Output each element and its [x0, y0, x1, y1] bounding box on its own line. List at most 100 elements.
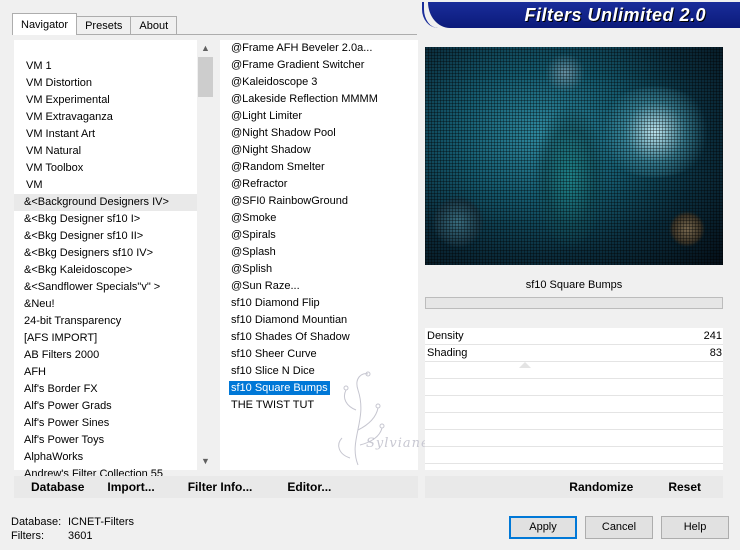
filter-item[interactable]: @Random Smelter — [220, 159, 418, 176]
filter-item-label: @Kaleidoscope 3 — [231, 76, 318, 88]
category-item[interactable]: AFH — [14, 364, 197, 381]
apply-button[interactable]: Apply — [509, 516, 577, 539]
category-item[interactable]: VM Instant Art — [14, 126, 197, 143]
filter-item[interactable]: @Night Shadow — [220, 142, 418, 159]
param-empty-row — [425, 430, 723, 447]
category-item[interactable]: VM Extravaganza — [14, 109, 197, 126]
filter-info-button[interactable]: Filter Info... — [164, 480, 262, 494]
param-density[interactable]: Density 241 — [425, 328, 723, 345]
filter-item[interactable]: sf10 Diamond Mountian — [220, 312, 418, 329]
filter-item-label: THE TWIST TUT — [231, 399, 315, 411]
category-item[interactable]: &<Background Designers IV> — [14, 194, 197, 211]
filter-item-label: sf10 Diamond Mountian — [231, 314, 348, 326]
category-item[interactable]: Alf's Border FX — [14, 381, 197, 398]
category-scrollbar[interactable]: ▲ ▼ — [197, 40, 214, 470]
category-item[interactable]: AB Filters 2000 — [14, 347, 197, 364]
preview-bumps-overlay — [425, 47, 723, 265]
database-button[interactable]: Database — [14, 480, 93, 494]
category-item[interactable]: 24-bit Transparency — [14, 313, 197, 330]
param-empty-row — [425, 396, 723, 413]
filter-item[interactable]: @Smoke — [220, 210, 418, 227]
category-item[interactable]: Alf's Power Grads — [14, 398, 197, 415]
filter-item-label: @Refractor — [231, 178, 288, 190]
param-value: 83 — [709, 347, 722, 359]
category-item[interactable]: Alf's Power Sines — [14, 415, 197, 432]
category-list[interactable]: VM 1 VM Distortion VM Experimental VM Extra… — [14, 40, 214, 480]
progress-bar — [425, 297, 723, 309]
tab-about[interactable]: About — [130, 16, 178, 35]
category-items: VM 1 VM Distortion VM Experimental VM Extra… — [14, 58, 197, 483]
filter-item[interactable]: @Frame Gradient Switcher — [220, 57, 418, 74]
filter-item[interactable]: sf10 Shades Of Shadow — [220, 329, 418, 346]
category-item[interactable]: VM Toolbox — [14, 160, 197, 177]
filter-item[interactable]: @Splish — [220, 261, 418, 278]
filter-item[interactable]: sf10 Diamond Flip — [220, 295, 418, 312]
parameter-panel: Density 241 Shading 83 — [425, 328, 723, 470]
category-item[interactable]: &<Bkg Designers sf10 IV> — [14, 245, 197, 262]
filter-item-label: @Random Smelter — [231, 161, 325, 173]
filter-item[interactable]: @Refractor — [220, 176, 418, 193]
help-button[interactable]: Help — [661, 516, 729, 539]
filter-item[interactable]: @SFI0 RainbowGround — [220, 193, 418, 210]
category-item[interactable]: &Neu! — [14, 296, 197, 313]
reset-button[interactable]: Reset — [659, 480, 723, 494]
filter-list[interactable]: @Frame AFH Beveler 2.0a... @Frame Gradien… — [220, 40, 418, 470]
param-label: Shading — [427, 347, 468, 359]
param-empty-row — [425, 379, 723, 396]
tab-navigator[interactable]: Navigator — [12, 13, 78, 35]
category-item[interactable]: &<Bkg Designer sf10 I> — [14, 211, 197, 228]
filter-item[interactable]: @Lakeside Reflection MMMM — [220, 91, 418, 108]
category-item[interactable]: VM Distortion — [14, 75, 197, 92]
param-value: 241 — [703, 330, 722, 342]
list-toolbar: Database Import... Filter Info... Editor… — [14, 476, 418, 498]
filter-item-label: sf10 Sheer Curve — [231, 348, 317, 360]
filter-item-label: @SFI0 RainbowGround — [231, 195, 348, 207]
category-item[interactable]: VM — [14, 177, 197, 194]
scroll-up-icon[interactable]: ▲ — [197, 40, 214, 57]
randomize-button[interactable]: Randomize — [560, 480, 659, 494]
filter-item[interactable]: @Spirals — [220, 227, 418, 244]
category-item[interactable]: [AFS IMPORT] — [14, 330, 197, 347]
filter-item-label: @Night Shadow — [231, 144, 311, 156]
filter-item-label: sf10 Shades Of Shadow — [231, 331, 350, 343]
filter-item[interactable]: sf10 Slice N Dice — [220, 363, 418, 380]
tab-presets[interactable]: Presets — [76, 16, 132, 35]
slider-marker-icon — [519, 362, 531, 368]
filter-item[interactable]: @Night Shadow Pool — [220, 125, 418, 142]
filter-item[interactable]: @Splash — [220, 244, 418, 261]
filter-item[interactable]: @Sun Raze... — [220, 278, 418, 295]
database-value: ICNET-Filters — [68, 516, 134, 528]
filters-count-label: Filters: — [11, 530, 44, 542]
filter-item[interactable]: @Frame AFH Beveler 2.0a... — [220, 40, 418, 57]
filter-item-label: @Splish — [231, 263, 273, 275]
scroll-thumb[interactable] — [198, 57, 213, 97]
scroll-down-icon[interactable]: ▼ — [197, 453, 214, 470]
status-area: Database: ICNET-Filters Filters: 3601 — [11, 515, 134, 543]
filter-item[interactable]: @Light Limiter — [220, 108, 418, 125]
filter-item-label: sf10 Square Bumps — [229, 381, 330, 395]
import-button[interactable]: Import... — [93, 480, 163, 494]
cancel-button[interactable]: Cancel — [585, 516, 653, 539]
category-item[interactable]: VM Natural — [14, 143, 197, 160]
filter-item[interactable]: sf10 Square Bumps — [220, 380, 418, 397]
param-label: Density — [427, 330, 464, 342]
filter-item[interactable]: @Kaleidoscope 3 — [220, 74, 418, 91]
category-item[interactable]: &<Bkg Designer sf10 II> — [14, 228, 197, 245]
filter-item[interactable]: sf10 Sheer Curve — [220, 346, 418, 363]
category-item[interactable]: Alf's Power Toys — [14, 432, 197, 449]
category-item[interactable]: &<Bkg Kaleidoscope> — [14, 262, 197, 279]
category-item[interactable]: VM 1 — [14, 58, 197, 75]
database-label: Database: — [11, 516, 62, 528]
filter-item-label: @Light Limiter — [231, 110, 303, 122]
param-empty-row — [425, 413, 723, 430]
category-item[interactable]: VM Experimental — [14, 92, 197, 109]
preview-image — [425, 47, 723, 265]
current-filter-name: sf10 Square Bumps — [425, 273, 723, 297]
category-item[interactable]: &<Sandflower Specials"v" > — [14, 279, 197, 296]
category-item[interactable]: AlphaWorks — [14, 449, 197, 466]
param-shading[interactable]: Shading 83 — [425, 345, 723, 362]
filters-count-value: 3601 — [68, 530, 93, 542]
filter-item[interactable]: THE TWIST TUT — [220, 397, 418, 414]
param-toolbar: Randomize Reset — [425, 476, 723, 498]
editor-button[interactable]: Editor... — [261, 480, 340, 494]
